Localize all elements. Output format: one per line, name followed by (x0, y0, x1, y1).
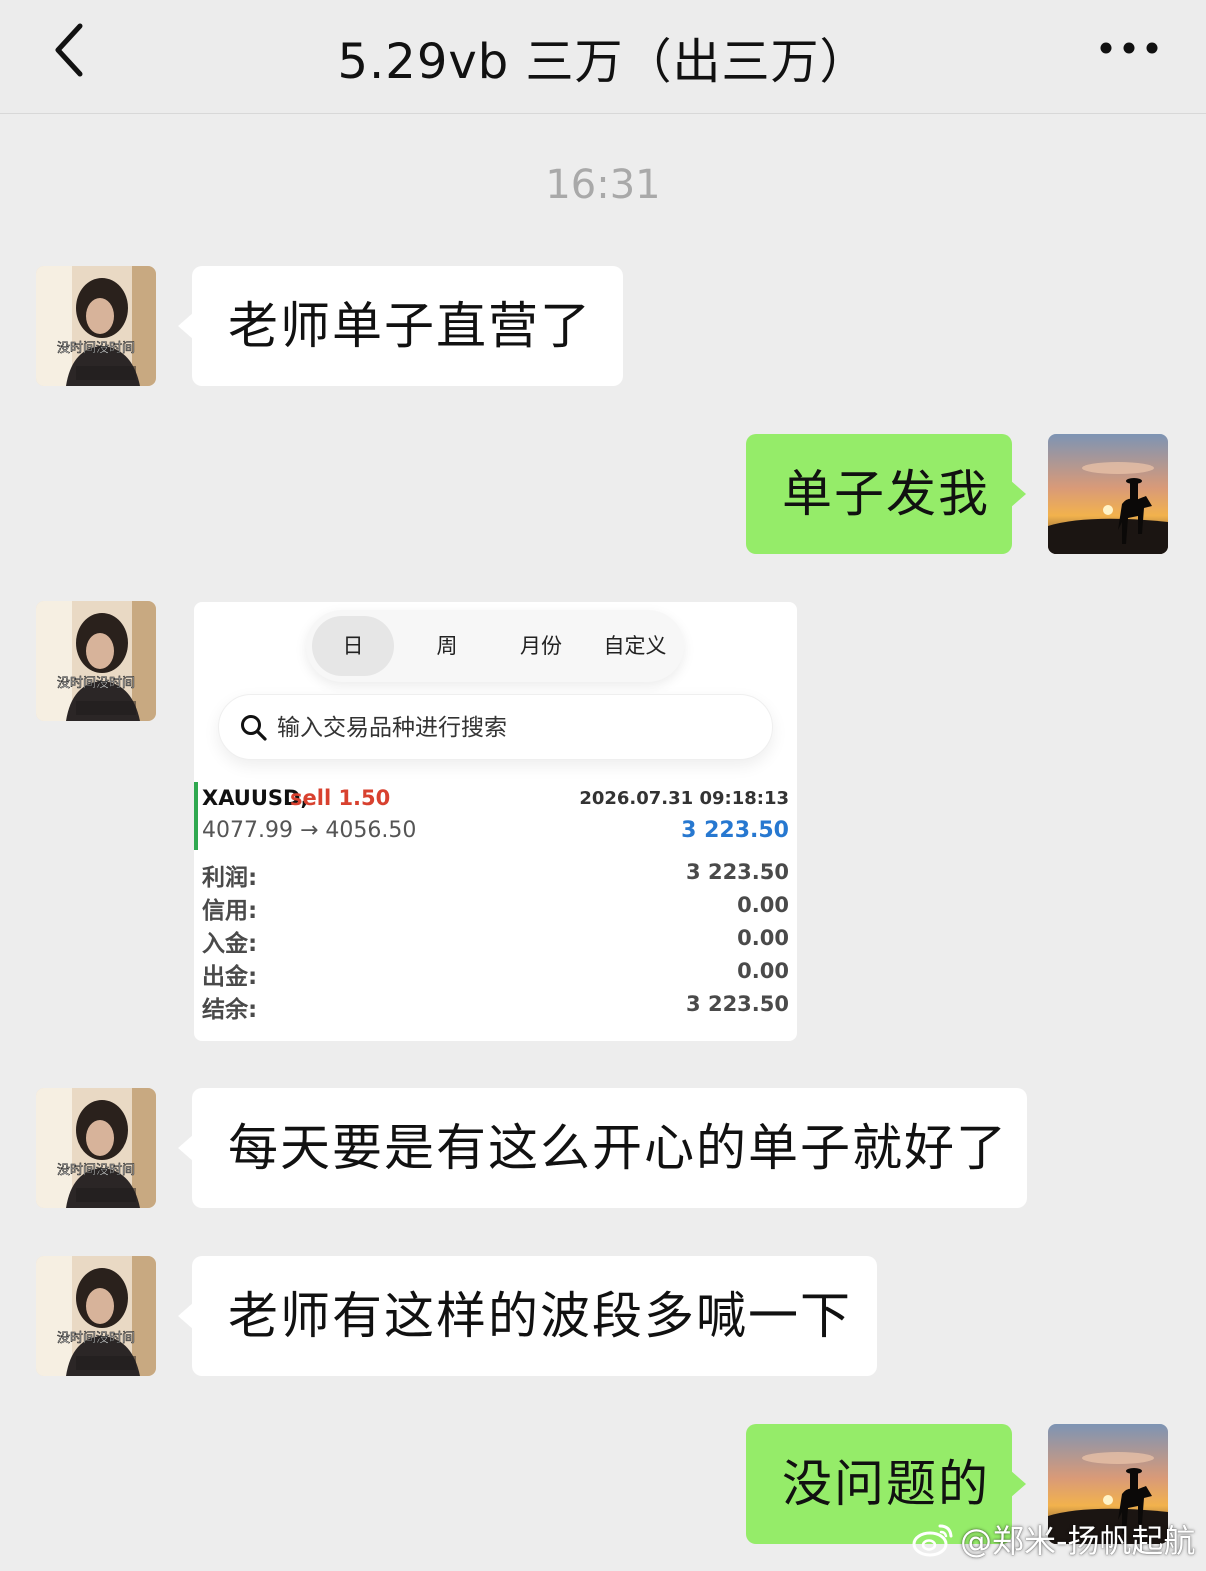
summary-value: 0.00 (737, 926, 789, 950)
contact-avatar[interactable]: 没时间没时间 (36, 1256, 156, 1376)
contact-avatar[interactable]: 没时间没时间 (36, 1088, 156, 1208)
weibo-logo-icon (912, 1524, 953, 1557)
search-icon (241, 715, 267, 741)
tab-week[interactable]: 周 (406, 616, 488, 676)
message-time: 16:31 (545, 162, 661, 208)
avatar-caption: 没时间没时间 (57, 1163, 135, 1178)
order-side: sell 1.50 (290, 786, 391, 810)
message-text: 老师单子直营了 (228, 297, 592, 355)
message-text: 单子发我 (782, 465, 990, 523)
contact-avatar[interactable]: 没时间没时间 (36, 601, 156, 721)
summary-value: 0.00 (737, 959, 789, 983)
summary-value: 0.00 (737, 893, 789, 917)
tab-custom[interactable]: 自定义 (590, 616, 680, 676)
tab-month[interactable]: 月份 (500, 616, 582, 676)
message-text: 没问题的 (782, 1455, 990, 1513)
summary-row: 结余: 3 223.50 (194, 990, 797, 1023)
watermark-text: @郑米-扬帆起航 (960, 1522, 1196, 1560)
weibo-watermark: @郑米-扬帆起航 (912, 1516, 1196, 1562)
order-prices: 4077.99 → 4056.50 (202, 818, 417, 843)
contact-avatar[interactable]: 没时间没时间 (36, 266, 156, 386)
order-row[interactable]: XAUUSD, sell 1.50 2026.07.31 09:18:13 40… (194, 782, 797, 850)
summary-label: 利润: (202, 865, 258, 891)
avatar-caption: 没时间没时间 (57, 1331, 135, 1346)
summary-value: 3 223.50 (686, 860, 789, 884)
avatar-caption: 没时间没时间 (57, 676, 135, 691)
order-indicator-bar (194, 782, 198, 850)
more-button[interactable] (1096, 30, 1162, 66)
message-bubble-left[interactable]: 老师单子直营了 (178, 266, 623, 386)
message-text: 老师有这样的波段多喊一下 (228, 1287, 852, 1345)
summary-label: 出金: (202, 964, 258, 990)
summary-row: 入金: 0.00 (194, 924, 797, 957)
summary-label: 结余: (202, 997, 258, 1023)
avatar-caption: 没时间没时间 (57, 341, 135, 356)
symbol-search[interactable] (218, 694, 773, 760)
message-text: 每天要是有这么开心的单子就好了 (228, 1119, 1008, 1177)
period-tabs: 日 周 月份 自定义 (306, 610, 684, 682)
message-bubble-left[interactable]: 老师有这样的波段多喊一下 (178, 1256, 877, 1376)
chat-title: 5.29vb 三万（出三万） (337, 34, 869, 90)
summary-label: 信用: (202, 898, 258, 924)
summary-row: 利润: 3 223.50 (194, 858, 797, 891)
chat-header: 5.29vb 三万（出三万） (0, 0, 1206, 114)
summary-value: 3 223.50 (686, 992, 789, 1016)
message-bubble-left[interactable]: 每天要是有这么开心的单子就好了 (178, 1088, 1027, 1208)
order-profit: 3 223.50 (681, 818, 789, 843)
summary-row: 信用: 0.00 (194, 891, 797, 924)
ellipsis-icon (1100, 42, 1158, 54)
message-bubble-right[interactable]: 单子发我 (746, 434, 1026, 554)
search-input[interactable] (277, 707, 747, 749)
summary-row: 出金: 0.00 (194, 957, 797, 990)
tab-day[interactable]: 日 (312, 616, 394, 676)
trade-screenshot-message[interactable]: 日 周 月份 自定义 XAUUSD, sell 1.50 2026.07.31 … (194, 602, 797, 1041)
chat-screen: 5.29vb 三万（出三万） 16:31 没时间没时间 老师单子直营了 单子发我 (0, 0, 1206, 1571)
summary-label: 入金: (202, 931, 258, 957)
my-avatar[interactable] (1048, 434, 1168, 554)
order-datetime: 2026.07.31 09:18:13 (579, 788, 789, 809)
